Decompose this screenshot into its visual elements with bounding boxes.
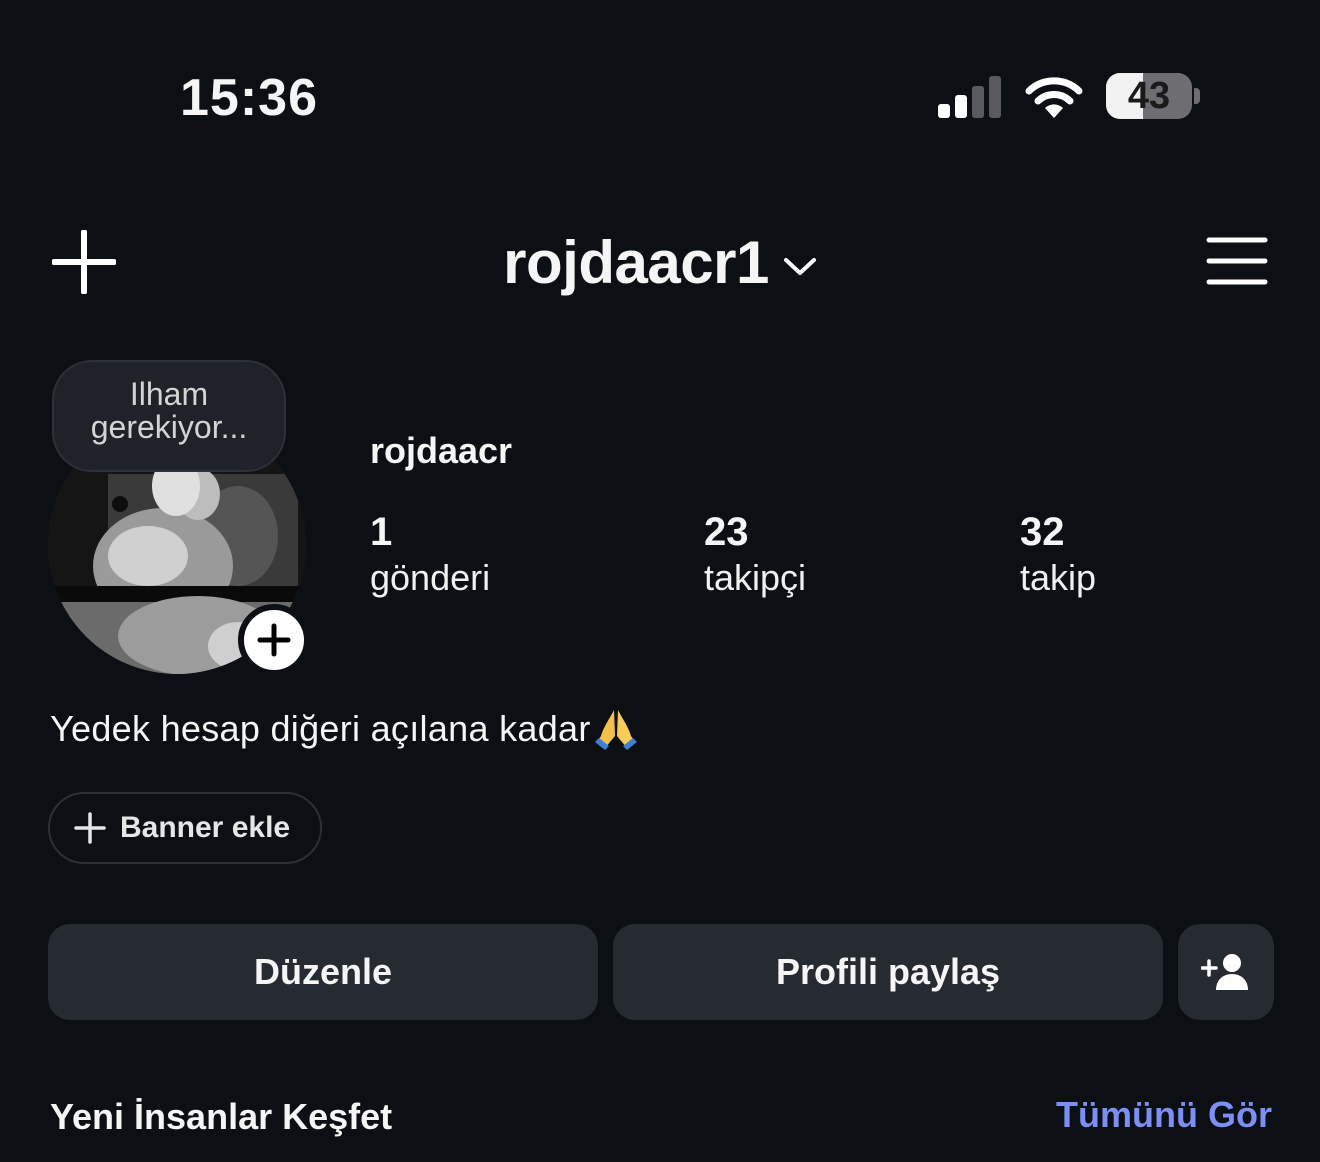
stat-posts-label: gönderi — [370, 557, 491, 598]
plus-icon — [74, 812, 106, 844]
folded-hands-emoji-icon — [594, 710, 637, 750]
stat-followers-label: takipçi — [704, 557, 807, 598]
battery-indicator: 43 — [1106, 73, 1202, 119]
profile-bio: Yedek hesap diğeri açılana kadar — [50, 706, 639, 752]
profile-full-name: rojdaacr — [370, 430, 513, 471]
battery-level: 43 — [1127, 75, 1171, 117]
account-switcher[interactable]: rojdaacr1 — [0, 228, 1320, 297]
note-text[interactable]: Ilham gerekiyor... — [60, 378, 278, 444]
stat-posts[interactable]: 1 gönderi — [370, 510, 490, 602]
hamburger-menu-icon[interactable] — [1206, 236, 1268, 286]
stat-following[interactable]: 32 takip — [1020, 510, 1096, 602]
status-time: 15:36 — [180, 69, 318, 127]
add-banner-label: Banner ekle — [120, 811, 291, 844]
wifi-icon — [1025, 77, 1083, 118]
add-banner-button[interactable]: Banner ekle — [48, 792, 322, 864]
stat-posts-count: 1 — [370, 510, 393, 554]
share-profile-button[interactable]: Profili paylaş — [613, 924, 1163, 1020]
stat-following-count: 32 — [1020, 510, 1065, 554]
edit-profile-button[interactable]: Düzenle — [48, 924, 598, 1020]
chevron-down-icon[interactable] — [783, 255, 817, 277]
discover-people-button[interactable] — [1178, 924, 1274, 1020]
stat-following-label: takip — [1020, 557, 1097, 598]
discover-people-title: Yeni İnsanlar Keşfet — [50, 1096, 393, 1137]
bio-text: Yedek hesap diğeri açılana kadar — [50, 708, 591, 749]
see-all-link[interactable]: Tümünü Gör — [1056, 1094, 1272, 1136]
add-story-button[interactable] — [238, 604, 310, 676]
cellular-signal-icon — [938, 76, 1001, 118]
add-user-icon — [1201, 954, 1248, 990]
plus-icon — [257, 623, 291, 657]
stat-followers-count: 23 — [704, 510, 749, 554]
header-username[interactable]: rojdaacr1 — [503, 228, 769, 297]
stat-followers[interactable]: 23 takipçi — [704, 510, 806, 602]
